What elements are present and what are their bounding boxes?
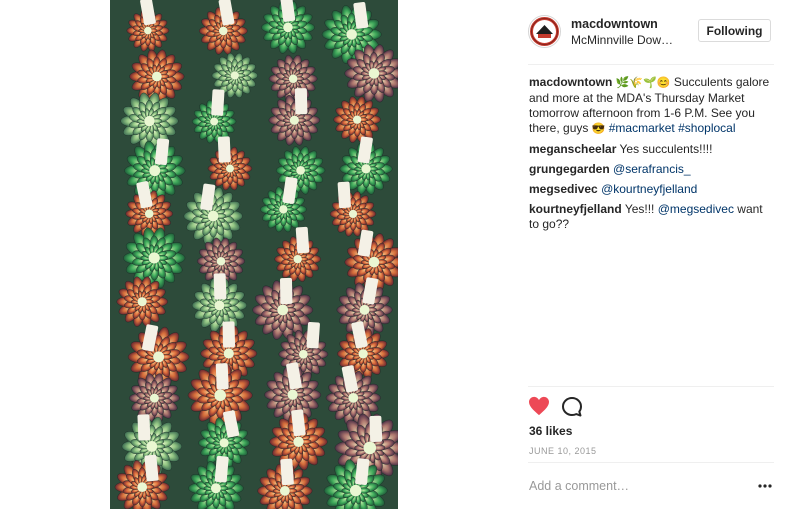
action-bar — [528, 396, 774, 418]
comment-username[interactable]: meganscheelar — [529, 142, 616, 156]
comment-username[interactable]: megsedivec — [529, 182, 598, 196]
comment-item: meganscheelar Yes succulents!!!! — [529, 142, 773, 157]
comment-divider — [528, 462, 774, 463]
comment-username[interactable]: kourtneyfjelland — [529, 202, 622, 216]
caption-emoji: 😎 — [591, 123, 606, 135]
header-divider — [528, 64, 774, 65]
hashtag-macmarket[interactable]: #macmarket — [609, 121, 675, 135]
likes-count[interactable]: 36 likes — [529, 424, 572, 438]
succulents-photo-image — [110, 0, 398, 509]
comments-list: macdowntown 🌿🌾🌱😊 Succulents galore and m… — [529, 75, 773, 237]
more-options-icon — [758, 484, 772, 488]
comment-item: megsedivec @kourtneyfjelland — [529, 182, 773, 197]
avatar[interactable] — [528, 15, 561, 48]
post-side-panel: macdowntown McMinnville Dow… Following m… — [510, 0, 792, 509]
more-options-button[interactable] — [758, 479, 772, 493]
comment-button[interactable] — [561, 396, 585, 418]
comment-item: kourtneyfjelland Yes!!! @megsedivec want… — [529, 202, 773, 232]
post-photo-area — [0, 0, 510, 509]
post-location[interactable]: McMinnville Dow… — [571, 33, 689, 47]
following-button[interactable]: Following — [698, 19, 771, 42]
post-date: JUNE 10, 2015 — [529, 446, 597, 456]
comment-mention[interactable]: @kourtneyfjelland — [601, 182, 697, 196]
comment-mention[interactable]: @megsedivec — [658, 202, 734, 216]
heart-icon — [529, 396, 549, 416]
caption-emojis: 🌿🌾🌱😊 — [615, 77, 671, 89]
comment-item: grungegarden @serafrancis_ — [529, 162, 773, 177]
hashtag-shoplocal[interactable]: #shoplocal — [678, 121, 735, 135]
mda-logo-icon — [530, 17, 559, 46]
caption: macdowntown 🌿🌾🌱😊 Succulents galore and m… — [529, 75, 773, 137]
comment-text: Yes!!! — [624, 202, 658, 216]
post-photo[interactable] — [110, 0, 398, 509]
actions-divider — [528, 386, 774, 387]
comment-text: Yes succulents!!!! — [619, 142, 713, 156]
add-comment-input[interactable]: Add a comment… — [529, 479, 629, 493]
post-username[interactable]: macdowntown — [571, 17, 658, 31]
comment-icon — [562, 397, 582, 417]
post-header: macdowntown McMinnville Dow… Following — [528, 12, 774, 52]
comment-username[interactable]: grungegarden — [529, 162, 610, 176]
like-button[interactable] — [528, 396, 552, 418]
caption-username[interactable]: macdowntown — [529, 75, 612, 89]
comment-mention[interactable]: @serafrancis_ — [613, 162, 691, 176]
